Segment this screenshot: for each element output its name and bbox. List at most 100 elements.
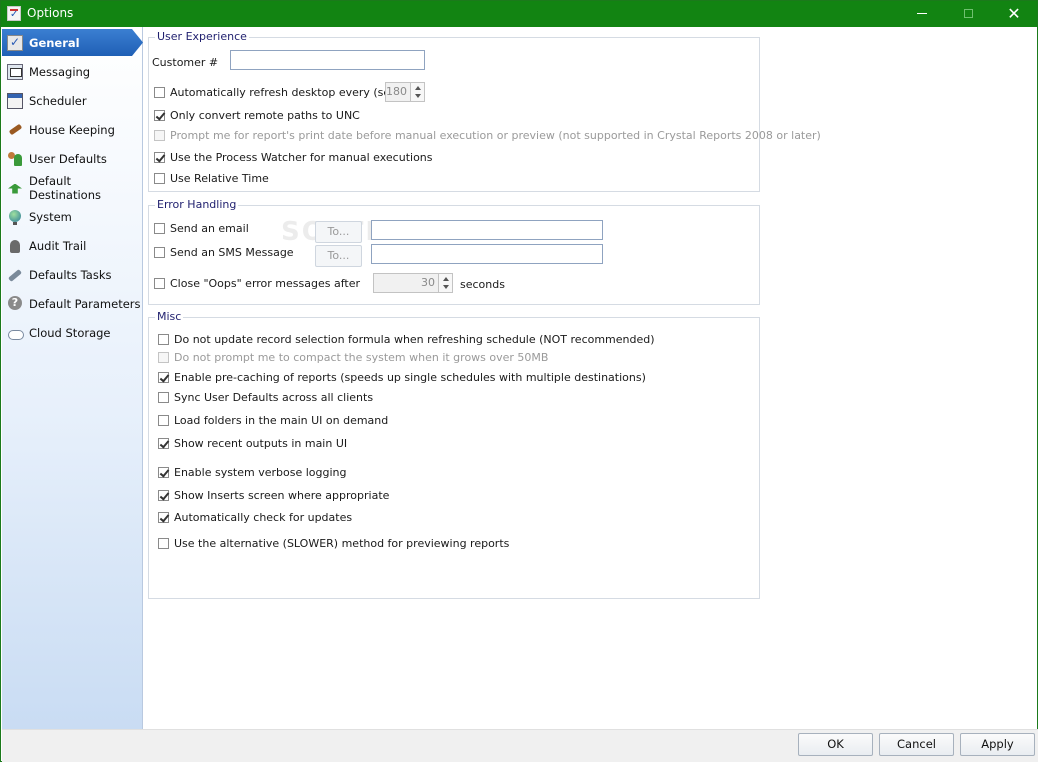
misc-item-inserts-screen[interactable]: Show Inserts screen where appropriate xyxy=(158,489,389,502)
sidebar-item-label: Defaults Tasks xyxy=(29,267,112,282)
send-email-checkbox[interactable] xyxy=(154,223,165,234)
customer-label: Customer # xyxy=(152,56,219,69)
send-sms-checkbox[interactable] xyxy=(154,247,165,258)
misc-checkbox[interactable] xyxy=(158,415,169,426)
email-to-button[interactable]: To... xyxy=(315,221,362,243)
misc-item-recent-outputs[interactable]: Show recent outputs in main UI xyxy=(158,437,347,450)
sidebar-item-general[interactable]: General xyxy=(2,29,143,56)
prompt-print-date-row: Prompt me for report's print date before… xyxy=(154,129,821,142)
tools-icon xyxy=(7,267,23,283)
ok-button[interactable]: OK xyxy=(798,733,873,756)
seconds-label: seconds xyxy=(460,278,505,291)
close-oops-seconds-spinner[interactable]: 30 xyxy=(373,273,453,293)
sidebar-item-label: Scheduler xyxy=(29,93,87,108)
auto-refresh-label: Automatically refresh desktop every (sec… xyxy=(170,86,407,99)
general-panel: SOFTPEDIA User Experience Customer # Aut… xyxy=(143,27,1037,729)
globe-icon xyxy=(7,209,23,225)
close-button[interactable]: ✕ xyxy=(991,1,1037,27)
spinner-value: 30 xyxy=(421,276,435,289)
sidebar-item-default-destinations[interactable]: Default Destinations xyxy=(2,173,143,202)
sidebar-item-house-keeping[interactable]: House Keeping xyxy=(2,116,143,143)
window-title: Options xyxy=(27,6,74,20)
help-icon xyxy=(7,295,23,312)
misc-checkbox[interactable] xyxy=(158,392,169,403)
group-label: Misc xyxy=(155,310,184,323)
sidebar-item-label: House Keeping xyxy=(29,122,115,137)
misc-item-label: Use the alternative (SLOWER) method for … xyxy=(174,537,510,550)
misc-item-sync-user-defaults[interactable]: Sync User Defaults across all clients xyxy=(158,391,373,404)
sidebar-item-label: Cloud Storage xyxy=(29,325,111,340)
misc-checkbox[interactable] xyxy=(158,490,169,501)
title-bar: Options ✕ xyxy=(1,1,1037,27)
minimize-button[interactable] xyxy=(899,1,945,27)
misc-item-slower-preview[interactable]: Use the alternative (SLOWER) method for … xyxy=(158,537,509,550)
sidebar-item-user-defaults[interactable]: User Defaults xyxy=(2,145,143,172)
misc-item-no-update-formula[interactable]: Do not update record selection formula w… xyxy=(158,333,655,346)
apply-button[interactable]: Apply xyxy=(960,733,1035,756)
sidebar-item-label: Default Destinations xyxy=(29,173,101,202)
misc-checkbox[interactable] xyxy=(158,334,169,345)
relative-time-checkbox[interactable] xyxy=(154,173,165,184)
auto-refresh-seconds-spinner[interactable]: 180 xyxy=(385,82,425,102)
relative-time-label: Use Relative Time xyxy=(170,172,269,185)
misc-item-label: Load folders in the main UI on demand xyxy=(174,414,389,427)
sms-to-button[interactable]: To... xyxy=(315,245,362,267)
misc-checkbox[interactable] xyxy=(158,512,169,523)
misc-item-pre-caching[interactable]: Enable pre-caching of reports (speeds up… xyxy=(158,371,646,384)
options-window: Options ✕ General Messaging Scheduler Ho… xyxy=(0,0,1038,762)
misc-checkbox[interactable] xyxy=(158,372,169,383)
sidebar-item-default-parameters[interactable]: Default Parameters xyxy=(2,290,143,317)
send-email-label: Send an email xyxy=(170,222,249,235)
customer-number-input[interactable] xyxy=(230,50,425,70)
sidebar-item-label: General xyxy=(29,35,80,50)
sidebar-item-cloud-storage[interactable]: Cloud Storage xyxy=(2,319,143,346)
misc-item-label: Show Inserts screen where appropriate xyxy=(174,489,390,502)
sidebar-item-defaults-tasks[interactable]: Defaults Tasks xyxy=(2,261,143,288)
only-convert-row[interactable]: Only convert remote paths to UNC xyxy=(154,109,360,122)
auto-refresh-checkbox[interactable] xyxy=(154,87,165,98)
app-icon xyxy=(7,6,21,21)
general-icon xyxy=(7,34,23,51)
misc-item-check-updates[interactable]: Automatically check for updates xyxy=(158,511,352,524)
misc-item-label: Show recent outputs in main UI xyxy=(174,437,348,450)
send-sms-row[interactable]: Send an SMS Message xyxy=(154,246,294,259)
prompt-print-date-checkbox xyxy=(154,130,165,141)
misc-checkbox xyxy=(158,352,169,363)
misc-item-label: Do not prompt me to compact the system w… xyxy=(174,351,549,364)
cancel-button[interactable]: Cancel xyxy=(879,733,954,756)
users-icon xyxy=(7,151,23,167)
misc-item-verbose-logging[interactable]: Enable system verbose logging xyxy=(158,466,347,479)
close-icon: ✕ xyxy=(1007,4,1021,23)
sidebar-item-messaging[interactable]: Messaging xyxy=(2,58,143,85)
spinner-arrows-icon[interactable] xyxy=(410,83,424,101)
user-experience-group: User Experience Customer # Automatically… xyxy=(148,31,821,192)
misc-checkbox[interactable] xyxy=(158,438,169,449)
audit-icon xyxy=(7,238,23,254)
email-recipient-input[interactable] xyxy=(371,220,603,240)
misc-item-label: Automatically check for updates xyxy=(174,511,353,524)
sidebar-item-system[interactable]: System xyxy=(2,203,143,230)
process-watcher-row[interactable]: Use the Process Watcher for manual execu… xyxy=(154,151,433,164)
process-watcher-checkbox[interactable] xyxy=(154,152,165,163)
group-label: User Experience xyxy=(155,30,249,43)
send-email-row[interactable]: Send an email xyxy=(154,222,249,235)
sidebar-item-label: Messaging xyxy=(29,64,91,79)
close-oops-label: Close "Oops" error messages after xyxy=(170,277,360,290)
misc-checkbox[interactable] xyxy=(158,467,169,478)
only-convert-checkbox[interactable] xyxy=(154,110,165,121)
misc-item-load-folders[interactable]: Load folders in the main UI on demand xyxy=(158,414,388,427)
auto-refresh-row[interactable]: Automatically refresh desktop every (sec… xyxy=(154,86,406,99)
relative-time-row[interactable]: Use Relative Time xyxy=(154,172,269,185)
misc-checkbox[interactable] xyxy=(158,538,169,549)
close-oops-checkbox[interactable] xyxy=(154,278,165,289)
sidebar-item-audit-trail[interactable]: Audit Trail xyxy=(2,232,143,259)
spinner-arrows-icon[interactable] xyxy=(438,274,452,292)
spinner-value: 180 xyxy=(386,85,407,98)
misc-item-no-compact-prompt: Do not prompt me to compact the system w… xyxy=(158,351,548,364)
misc-item-label: Enable pre-caching of reports (speeds up… xyxy=(174,371,646,384)
group-label: Error Handling xyxy=(155,198,239,211)
close-oops-row[interactable]: Close "Oops" error messages after xyxy=(154,277,360,290)
maximize-button[interactable] xyxy=(945,1,991,27)
sidebar-item-scheduler[interactable]: Scheduler xyxy=(2,87,143,114)
sms-recipient-input[interactable] xyxy=(371,244,603,264)
